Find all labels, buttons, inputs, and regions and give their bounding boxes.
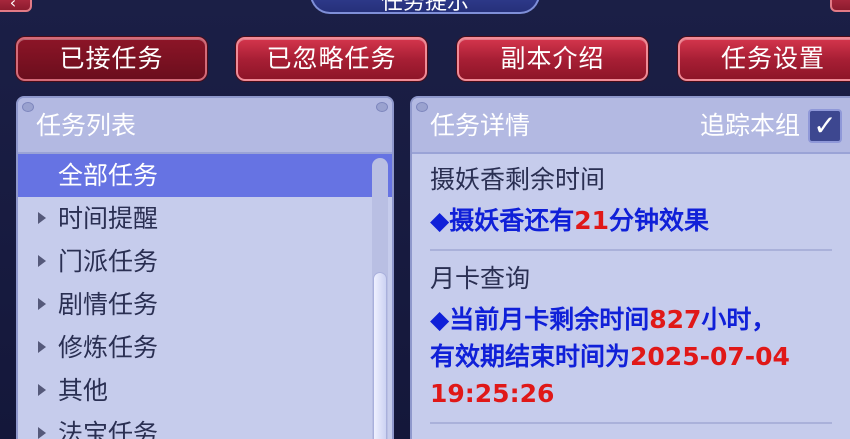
expiry-time-value: 19:25:26: [430, 379, 555, 408]
month-card-status-text: ◆当前月卡剩余时间827小时， 有效期结束时间为2025-07-04 19:25…: [430, 301, 832, 412]
text-suffix: 小时，: [701, 305, 777, 334]
expand-arrow-icon: [38, 255, 46, 267]
remaining-hours-value: 827: [649, 305, 702, 334]
text-suffix: 分钟效果: [609, 206, 710, 235]
list-item-label: 其他: [58, 376, 109, 405]
list-item-cultivation-tasks[interactable]: 修炼任务: [18, 326, 392, 369]
task-list-header: 任务列表: [18, 98, 392, 154]
expand-arrow-icon: [38, 298, 46, 310]
divider: [430, 422, 832, 424]
list-item-label: 门派任务: [58, 247, 159, 276]
list-item-time-reminder[interactable]: 时间提醒: [18, 197, 392, 240]
tab-ignored-tasks[interactable]: 已忽略任务: [236, 37, 427, 81]
section-title: 月卡查询: [430, 264, 531, 293]
expand-arrow-icon: [38, 341, 46, 353]
list-item-label: 剧情任务: [58, 290, 159, 319]
rivet-icon: [376, 102, 388, 112]
task-detail-header: 任务详情 追踪本组 ✓: [412, 98, 850, 154]
checkmark-icon: ✓: [813, 109, 837, 142]
list-item-magic-treasure-tasks[interactable]: 法宝任务: [18, 412, 392, 439]
list-item-other[interactable]: 其他: [18, 369, 392, 412]
detail-section-incense: 摄妖香剩余时间 ◆摄妖香还有21分钟效果: [412, 158, 850, 251]
track-group-toggle[interactable]: 追踪本组 ✓: [700, 106, 842, 146]
list-item-label: 全部任务: [58, 161, 159, 190]
section-title: 摄妖香剩余时间: [430, 165, 606, 194]
expand-arrow-icon: [38, 212, 46, 224]
text-prefix: 有效期结束时间为: [430, 342, 631, 371]
scrollbar-thumb[interactable]: [373, 272, 387, 439]
back-button[interactable]: ‹: [0, 0, 32, 12]
back-arrow-icon: ‹: [9, 0, 17, 12]
tab-task-settings[interactable]: 任务设置: [678, 37, 850, 81]
incense-minutes-value: 21: [574, 206, 610, 235]
expiry-date-value: 2025-07-04: [630, 342, 790, 371]
list-item-label: 时间提醒: [58, 204, 159, 233]
detail-section-month-card: 月卡查询 ◆当前月卡剩余时间827小时， 有效期结束时间为2025-07-04 …: [412, 257, 850, 424]
text-prefix: ◆当前月卡剩余时间: [430, 305, 650, 334]
task-detail-panel: 任务详情 追踪本组 ✓ 摄妖香剩余时间 ◆摄妖香还有21分钟效果 月卡查询 ◆当…: [410, 96, 850, 439]
incense-status-text: ◆摄妖香还有21分钟效果: [430, 202, 832, 239]
track-group-label: 追踪本组: [699, 111, 800, 140]
expand-arrow-icon: [38, 427, 46, 439]
task-list: 全部任务 时间提醒 门派任务 剧情任务 修炼任务 其他 法宝任务: [18, 154, 392, 439]
tab-dungeon-intro[interactable]: 副本介绍: [457, 37, 648, 81]
rivet-icon: [22, 102, 34, 112]
list-item-story-tasks[interactable]: 剧情任务: [18, 283, 392, 326]
divider: [430, 249, 832, 251]
task-list-title: 任务列表: [36, 111, 137, 140]
list-item-label: 法宝任务: [58, 419, 159, 439]
list-item-sect-tasks[interactable]: 门派任务: [18, 240, 392, 283]
task-list-panel: 任务列表 全部任务 时间提醒 门派任务 剧情任务 修炼任务 其他 法宝任务: [16, 96, 394, 439]
task-detail-title: 任务详情: [430, 111, 531, 140]
track-group-checkbox[interactable]: ✓: [808, 109, 842, 143]
list-item-all-tasks[interactable]: 全部任务: [18, 154, 392, 197]
list-item-label: 修炼任务: [58, 333, 159, 362]
scrollbar[interactable]: [372, 158, 388, 439]
close-button[interactable]: [830, 0, 850, 12]
text-prefix: ◆摄妖香还有: [430, 206, 575, 235]
tab-accepted-tasks[interactable]: 已接任务: [16, 37, 207, 81]
rivet-icon: [416, 102, 428, 112]
expand-arrow-icon: [38, 384, 46, 396]
window-title: 任务提示: [310, 0, 540, 14]
